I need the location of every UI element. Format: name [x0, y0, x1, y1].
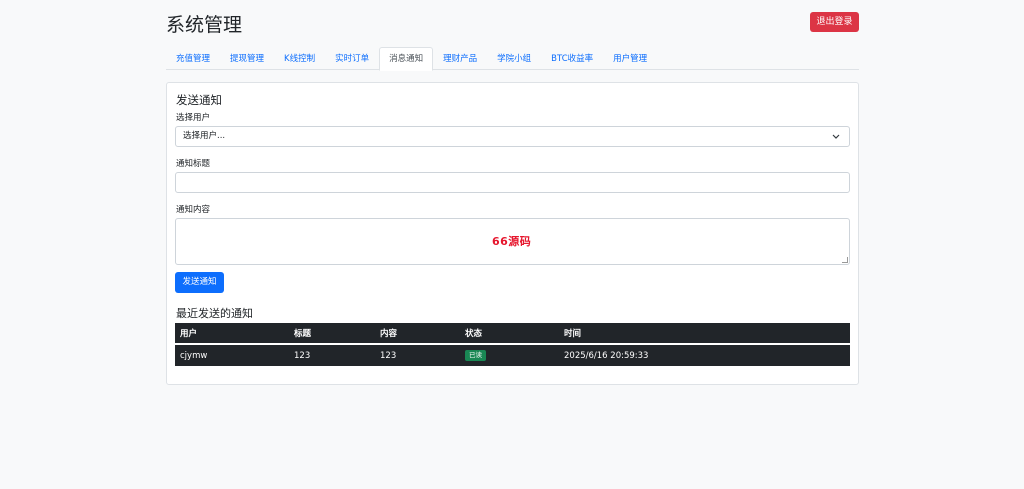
user-select-label: 选择用户: [176, 113, 211, 123]
cell-content: 123: [380, 350, 397, 361]
title-input[interactable]: [175, 172, 850, 193]
cell-time: 2025/6/16 20:59:33: [564, 350, 649, 361]
nav-tabs: 充值管理 提现管理 K线控制 实时订单 消息通知 理财产品 学院小组 BTC收益…: [166, 47, 859, 71]
section-title: 发送通知: [176, 93, 222, 107]
user-select-value: 选择用户...: [183, 131, 226, 141]
tab-orders[interactable]: 实时订单: [325, 47, 379, 70]
cell-status: 已读: [460, 344, 559, 366]
content-field-label: 通知内容: [176, 205, 211, 215]
recent-notifications-title: 最近发送的通知: [176, 307, 253, 320]
tab-btc-yield[interactable]: BTC收益率: [541, 47, 603, 70]
page-title: 系统管理: [166, 14, 243, 36]
table-header-row: 用户 标题 内容 状态 时间: [175, 323, 850, 345]
tab-academy[interactable]: 学院小组: [487, 47, 541, 70]
user-select[interactable]: 选择用户...: [175, 126, 850, 147]
column-header-content: 内容: [375, 323, 460, 345]
column-header-time: 时间: [559, 323, 850, 345]
title-field-label: 通知标题: [176, 159, 211, 169]
chevron-down-icon: [832, 127, 840, 154]
status-badge: 已读: [465, 350, 486, 361]
logout-button[interactable]: 退出登录: [810, 12, 859, 32]
tab-notifications[interactable]: 消息通知: [379, 47, 434, 71]
notification-card: 发送通知 选择用户 选择用户... 通知标题 通知内容 66源码 发送通知 最近…: [166, 82, 859, 385]
column-header-title: 标题: [289, 323, 375, 345]
notifications-table: 用户 标题 内容 状态 时间 cjymw 123 123 已读 2025/6/1…: [175, 323, 850, 366]
tab-recharge[interactable]: 充值管理: [166, 47, 220, 70]
cell-user: cjymw: [180, 350, 208, 361]
column-header-user: 用户: [175, 323, 289, 345]
tab-withdraw[interactable]: 提现管理: [220, 47, 274, 70]
watermark-logo: 66源码: [492, 235, 532, 248]
tab-products[interactable]: 理财产品: [433, 47, 487, 70]
table-row: cjymw 123 123 已读 2025/6/16 20:59:33: [175, 344, 850, 366]
send-notification-button[interactable]: 发送通知: [175, 272, 224, 293]
cell-title: 123: [294, 350, 311, 361]
tab-users[interactable]: 用户管理: [603, 47, 657, 70]
resize-handle-icon[interactable]: [842, 257, 848, 263]
tab-kline[interactable]: K线控制: [274, 47, 325, 70]
column-header-status: 状态: [460, 323, 559, 345]
